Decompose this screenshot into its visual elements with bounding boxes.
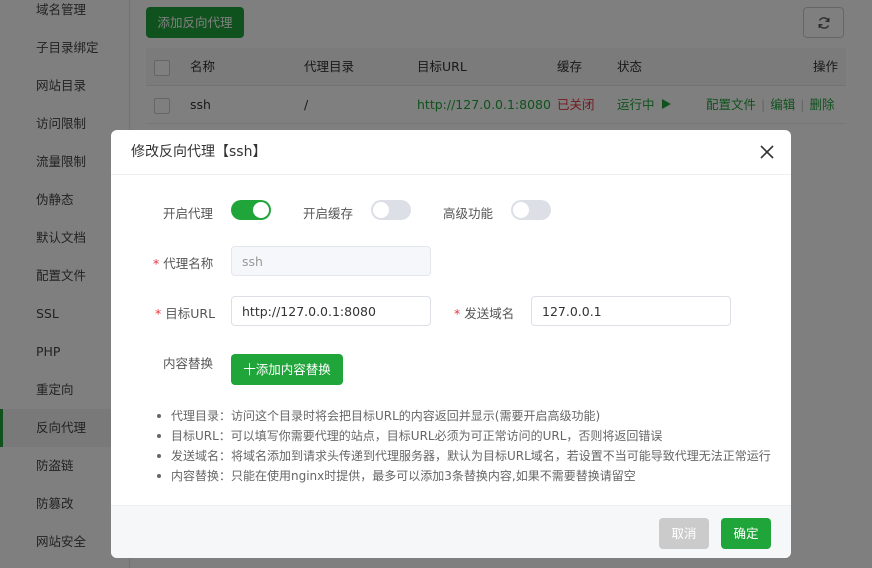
proxy-name-input[interactable]	[231, 246, 431, 276]
send-domain-input[interactable]	[531, 296, 731, 326]
enable-cache-toggle[interactable]	[371, 200, 411, 220]
tip-item: 内容替换：只能在使用nginx时提供，最多可以添加3条替换内容,如果不需要替换请…	[155, 466, 785, 486]
tip-item: 代理目录：访问这个目录时将会把目标URL的内容返回并显示(需要开启高级功能)	[155, 406, 785, 426]
advanced-toggle[interactable]	[511, 200, 551, 220]
required-mark: *	[155, 306, 162, 321]
required-mark: *	[153, 256, 160, 271]
dialog-title: 修改反向代理【ssh】	[131, 144, 267, 160]
cancel-button[interactable]: 取消	[659, 518, 709, 549]
toggle-knob	[373, 202, 389, 218]
edit-proxy-dialog: 修改反向代理【ssh】 开启代理 开启缓存 高级功能 *代理名称 *目标URL …	[111, 130, 791, 558]
target-url-label: * 目标URL	[155, 306, 216, 321]
send-domain-label: * 发送域名	[454, 306, 515, 321]
dialog-header: 修改反向代理【ssh】	[111, 130, 791, 175]
target-url-input[interactable]	[231, 296, 431, 326]
enable-proxy-toggle[interactable]	[231, 200, 271, 220]
content-replace-label: 内容替换	[163, 356, 214, 371]
help-tips: 代理目录：访问这个目录时将会把目标URL的内容返回并显示(需要开启高级功能) 目…	[155, 406, 785, 486]
required-mark: *	[454, 306, 461, 321]
toggle-knob	[253, 202, 269, 218]
tip-item: 发送域名：将域名添加到请求头传递到代理服务器，默认为目标URL域名，若设置不当可…	[155, 446, 785, 466]
advanced-label: 高级功能	[443, 206, 494, 221]
tip-item: 目标URL：可以填写你需要代理的站点，目标URL必须为可正常访问的URL，否则将…	[155, 426, 785, 446]
toggle-knob	[513, 202, 529, 218]
close-button[interactable]	[757, 142, 777, 162]
confirm-button[interactable]: 确定	[721, 518, 771, 549]
close-icon	[760, 145, 774, 159]
proxy-name-label: * 代理名称	[153, 256, 214, 271]
add-content-replace-button[interactable]: 十添加内容替换	[231, 354, 343, 385]
enable-proxy-label: 开启代理	[163, 206, 214, 221]
dialog-footer: 取消 确定	[111, 505, 791, 558]
enable-cache-label: 开启缓存	[303, 206, 354, 221]
